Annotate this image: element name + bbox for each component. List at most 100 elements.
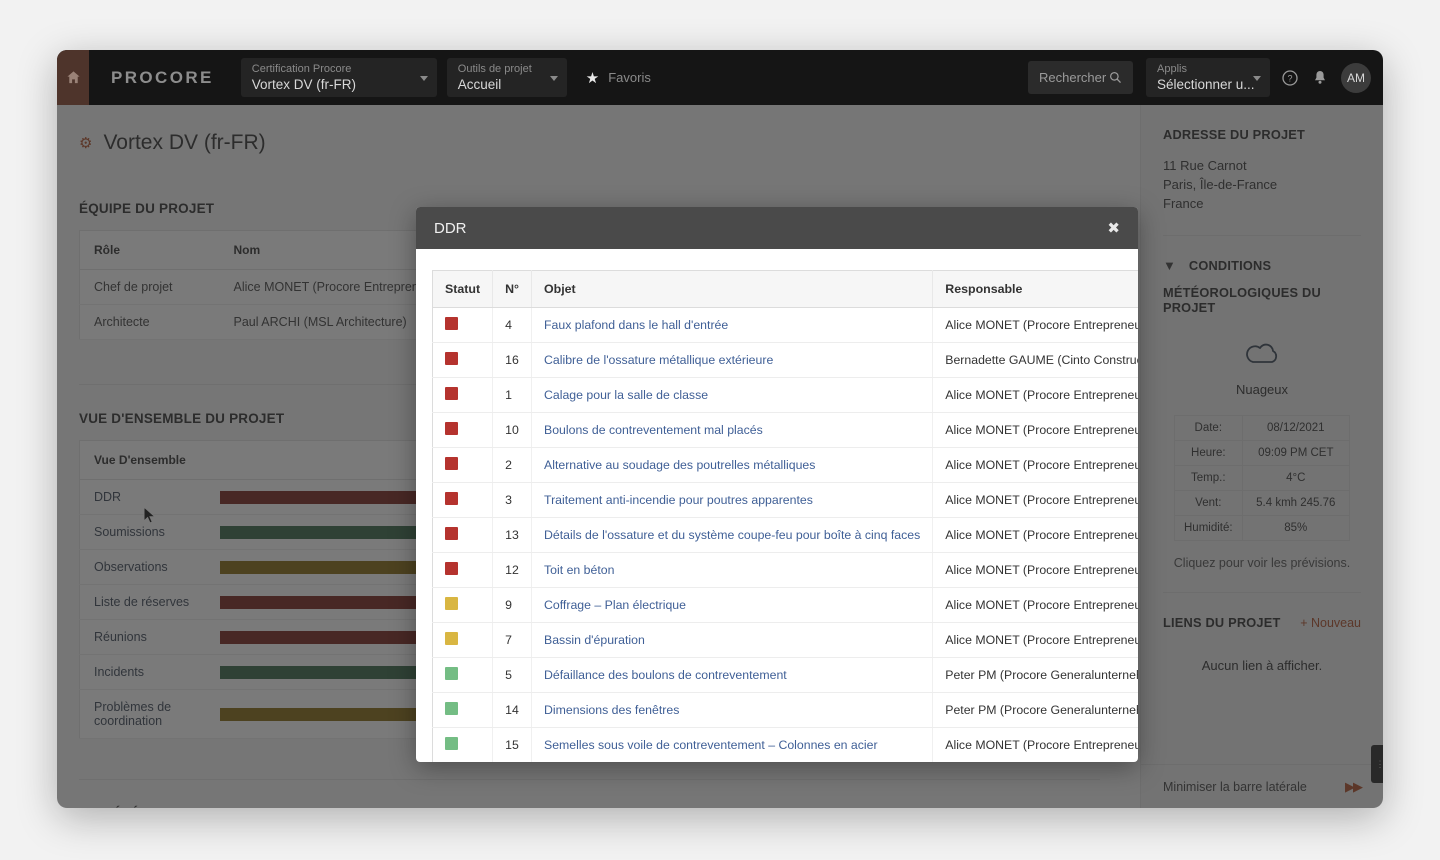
tools-selector-value: Accueil bbox=[457, 77, 502, 92]
star-icon: ★ bbox=[585, 69, 600, 87]
table-row[interactable]: 15 Semelles sous voile de contreventement… bbox=[432, 727, 1138, 762]
ddr-responsable-cell: Alice MONET (Procore Entrepreneur Généra… bbox=[932, 622, 1138, 658]
ddr-col-statut[interactable]: Statut bbox=[432, 270, 494, 308]
table-row[interactable]: 3 Traitement anti-incendie pour poutres a… bbox=[432, 482, 1138, 518]
chevron-down-icon bbox=[549, 75, 558, 81]
ddr-objet-cell: Dimensions des fenêtres bbox=[531, 692, 934, 728]
ddr-objet-link[interactable]: Semelles sous voile de contreventement –… bbox=[544, 738, 878, 752]
project-selector-value: Vortex DV (fr-FR) bbox=[251, 77, 357, 92]
tools-selector[interactable]: Outils de projet Accueil bbox=[446, 58, 567, 97]
table-row[interactable]: 9 Coffrage – Plan électrique Alice MONET (… bbox=[432, 587, 1138, 623]
ddr-objet-link[interactable]: Détails de l'ossature et du système coup… bbox=[544, 528, 920, 542]
home-button[interactable] bbox=[57, 50, 89, 105]
ddr-status-cell bbox=[432, 412, 494, 448]
ddr-objet-link[interactable]: Toit en béton bbox=[544, 563, 614, 577]
apps-selector[interactable]: Applis Sélectionner u... bbox=[1146, 58, 1270, 97]
ddr-number-cell: 9 bbox=[492, 587, 533, 623]
modal-title: DDR bbox=[434, 219, 467, 237]
table-row[interactable]: 12 Toit en béton Alice MONET (Procore Entr… bbox=[432, 552, 1138, 588]
status-badge bbox=[445, 632, 458, 645]
table-row[interactable]: 1 Calage pour la salle de classe Alice MON… bbox=[432, 377, 1138, 413]
ddr-status-cell bbox=[432, 552, 494, 588]
ddr-objet-link[interactable]: Calibre de l'ossature métallique extérie… bbox=[544, 353, 773, 367]
table-row[interactable]: 14 Dimensions des fenêtres Peter PM (Proco… bbox=[432, 692, 1138, 728]
ddr-number-cell: 2 bbox=[492, 447, 533, 483]
ddr-status-cell bbox=[432, 342, 494, 378]
notifications-button[interactable] bbox=[1305, 50, 1335, 105]
ddr-responsable-cell: Peter PM (Procore Generalunternehmer) bbox=[932, 657, 1138, 693]
table-row[interactable]: 10 Boulons de contreventement mal placés A… bbox=[432, 412, 1138, 448]
ddr-responsable-cell: Alice MONET (Procore Entrepreneur Généra… bbox=[932, 552, 1138, 588]
table-row[interactable]: 2 Alternative au soudage des poutrelles m… bbox=[432, 447, 1138, 483]
tools-selector-label: Outils de projet bbox=[457, 63, 532, 75]
table-row[interactable]: 5 Défaillance des boulons de contreventem… bbox=[432, 657, 1138, 693]
project-selector[interactable]: Certification Procore Vortex DV (fr-FR) bbox=[240, 58, 437, 97]
favorites-button[interactable]: ★ Favoris bbox=[572, 50, 665, 105]
status-badge bbox=[445, 352, 458, 365]
ddr-number-cell: 13 bbox=[492, 517, 533, 553]
help-button[interactable]: ? bbox=[1275, 50, 1305, 105]
table-row[interactable]: 16 Calibre de l'ossature métallique extér… bbox=[432, 342, 1138, 378]
favorites-label: Favoris bbox=[608, 70, 651, 85]
table-row[interactable]: 7 Bassin d'épuration Alice MONET (Procore … bbox=[432, 622, 1138, 658]
ddr-objet-cell: Calage pour la salle de classe bbox=[531, 377, 934, 413]
ddr-objet-cell: Toit en béton bbox=[531, 552, 934, 588]
ddr-objet-cell: Détails de l'ossature et du système coup… bbox=[531, 517, 934, 553]
avatar[interactable]: AM bbox=[1341, 62, 1371, 93]
status-badge bbox=[445, 597, 458, 610]
ddr-objet-link[interactable]: Dimensions des fenêtres bbox=[544, 703, 679, 717]
ddr-objet-cell: Faux plafond dans le hall d'entrée bbox=[531, 307, 934, 343]
ddr-col-objet[interactable]: Objet bbox=[531, 270, 934, 308]
ddr-status-cell bbox=[432, 482, 494, 518]
chevron-down-icon bbox=[1253, 75, 1261, 81]
ddr-objet-cell: Boulons de contreventement mal placés bbox=[531, 412, 934, 448]
ddr-status-cell bbox=[432, 587, 494, 623]
ddr-objet-link[interactable]: Traitement anti-incendie pour poutres ap… bbox=[544, 493, 813, 507]
status-badge bbox=[445, 422, 458, 435]
ddr-number-cell: 10 bbox=[492, 412, 533, 448]
ddr-objet-link[interactable]: Boulons de contreventement mal placés bbox=[544, 423, 763, 437]
ddr-objet-cell: Calibre de l'ossature métallique extérie… bbox=[531, 342, 934, 378]
status-badge bbox=[445, 737, 458, 750]
status-badge bbox=[445, 667, 458, 680]
ddr-modal: DDR ✖ Statut N° Objet Responsable Dû 4 Fa… bbox=[416, 207, 1138, 762]
ddr-status-cell bbox=[432, 307, 494, 343]
question-circle-icon: ? bbox=[1282, 69, 1298, 86]
status-badge bbox=[445, 492, 458, 505]
avatar-initials: AM bbox=[1347, 70, 1365, 85]
ddr-objet-link[interactable]: Calage pour la salle de classe bbox=[544, 388, 708, 402]
bell-icon bbox=[1315, 70, 1325, 84]
ddr-col-resp[interactable]: Responsable bbox=[932, 270, 1138, 308]
apps-selector-value: Sélectionner u... bbox=[1157, 77, 1255, 92]
ddr-objet-link[interactable]: Faux plafond dans le hall d'entrée bbox=[544, 318, 728, 332]
ddr-number-cell: 5 bbox=[492, 657, 533, 693]
ddr-objet-cell: Défaillance des boulons de contreventeme… bbox=[531, 657, 934, 693]
modal-header: DDR ✖ bbox=[416, 207, 1138, 249]
ddr-table: Statut N° Objet Responsable Dû 4 Faux pla… bbox=[432, 270, 1138, 762]
ddr-status-cell bbox=[432, 622, 494, 658]
ddr-objet-link[interactable]: Bassin d'épuration bbox=[544, 633, 645, 647]
ddr-number-cell: 12 bbox=[492, 552, 533, 588]
close-icon[interactable]: ✖ bbox=[1107, 219, 1120, 237]
ddr-col-num[interactable]: N° bbox=[492, 270, 533, 308]
status-badge bbox=[445, 562, 458, 575]
ddr-objet-link[interactable]: Coffrage – Plan électrique bbox=[544, 598, 686, 612]
ddr-objet-cell: Semelles sous voile de contreventement –… bbox=[531, 727, 934, 762]
ddr-responsable-cell: Alice MONET (Procore Entrepreneur Généra… bbox=[932, 482, 1138, 518]
ddr-responsable-cell: Alice MONET (Procore Entrepreneur Généra… bbox=[932, 412, 1138, 448]
search-input[interactable]: Rechercher bbox=[1028, 61, 1133, 94]
table-row[interactable]: 13 Détails de l'ossature et du système co… bbox=[432, 517, 1138, 553]
ddr-responsable-cell: Bernadette GAUME (Cinto Constructions) bbox=[932, 342, 1138, 378]
ddr-objet-link[interactable]: Alternative au soudage des poutrelles mé… bbox=[544, 458, 815, 472]
table-row[interactable]: 4 Faux plafond dans le hall d'entrée Alice… bbox=[432, 307, 1138, 343]
status-badge bbox=[445, 387, 458, 400]
ddr-status-cell bbox=[432, 657, 494, 693]
ddr-status-cell bbox=[432, 447, 494, 483]
ddr-status-cell bbox=[432, 517, 494, 553]
modal-body: Statut N° Objet Responsable Dû 4 Faux pla… bbox=[416, 249, 1138, 762]
search-icon bbox=[1110, 72, 1121, 83]
ddr-number-cell: 14 bbox=[492, 692, 533, 728]
ddr-objet-link[interactable]: Défaillance des boulons de contreventeme… bbox=[544, 668, 787, 682]
ddr-table-header-row: Statut N° Objet Responsable Dû bbox=[432, 270, 1138, 308]
